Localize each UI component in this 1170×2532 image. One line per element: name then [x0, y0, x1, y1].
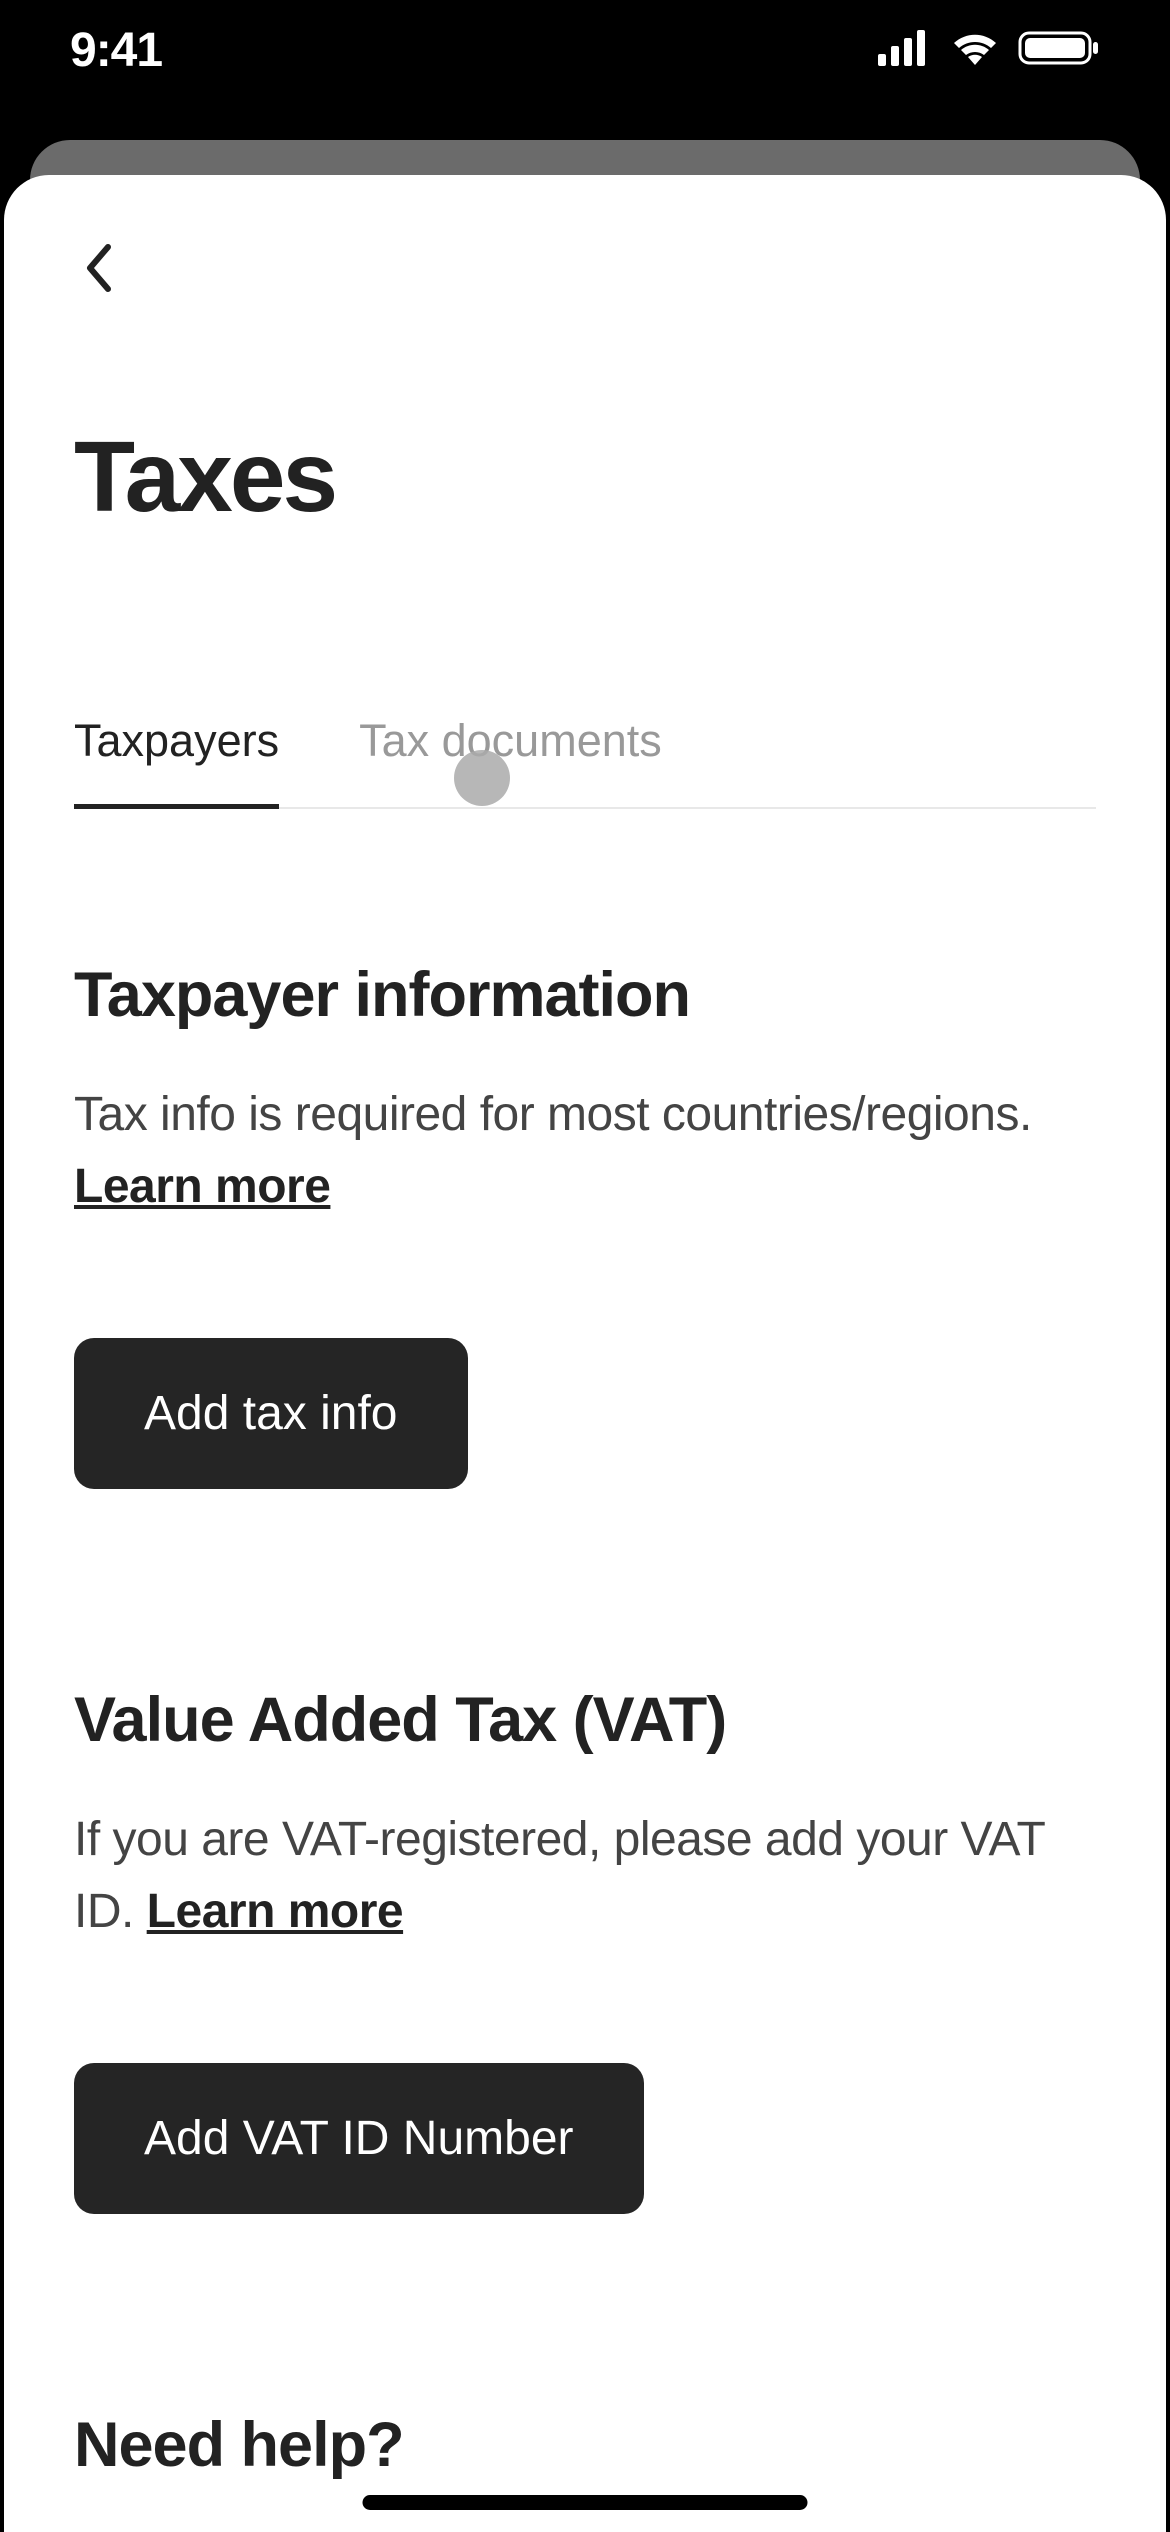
back-button[interactable]	[74, 245, 124, 295]
learn-more-link[interactable]: Learn more	[147, 1885, 403, 1938]
tabs-container: Taxpayers Tax documents	[74, 715, 1096, 809]
section-description: Tax info is required for most countries/…	[74, 1088, 1032, 1141]
main-sheet: Taxes Taxpayers Tax documents Taxpayer i…	[4, 175, 1166, 2532]
section-title: Taxpayer information	[74, 959, 1096, 1031]
section-title: Need help?	[74, 2409, 1096, 2481]
status-icons	[878, 29, 1100, 72]
section-title: Value Added Tax (VAT)	[74, 1684, 1096, 1756]
status-bar: 9:41	[0, 0, 1170, 100]
tab-tax-documents[interactable]: Tax documents	[359, 715, 662, 807]
learn-more-link[interactable]: Learn more	[74, 1160, 330, 1213]
wifi-icon	[950, 29, 1000, 72]
section-need-help: Need help?	[74, 2409, 1096, 2481]
touch-indicator-icon	[454, 750, 510, 806]
add-vat-id-button[interactable]: Add VAT ID Number	[74, 2063, 644, 2214]
tab-taxpayers[interactable]: Taxpayers	[74, 715, 279, 807]
cellular-icon	[878, 30, 932, 71]
tab-label: Taxpayers	[74, 715, 279, 766]
section-taxpayer-information: Taxpayer information Tax info is require…	[74, 959, 1096, 1489]
status-time: 9:41	[70, 23, 162, 78]
battery-icon	[1018, 29, 1100, 72]
tab-label: Tax documents	[359, 715, 662, 766]
section-vat: Value Added Tax (VAT) If you are VAT-reg…	[74, 1684, 1096, 2214]
page-title: Taxes	[74, 420, 1096, 535]
home-indicator[interactable]	[363, 2495, 808, 2510]
chevron-left-icon	[84, 243, 114, 298]
section-text: Tax info is required for most countries/…	[74, 1079, 1096, 1223]
section-text: If you are VAT-registered, please add yo…	[74, 1804, 1096, 1948]
add-tax-info-button[interactable]: Add tax info	[74, 1338, 468, 1489]
